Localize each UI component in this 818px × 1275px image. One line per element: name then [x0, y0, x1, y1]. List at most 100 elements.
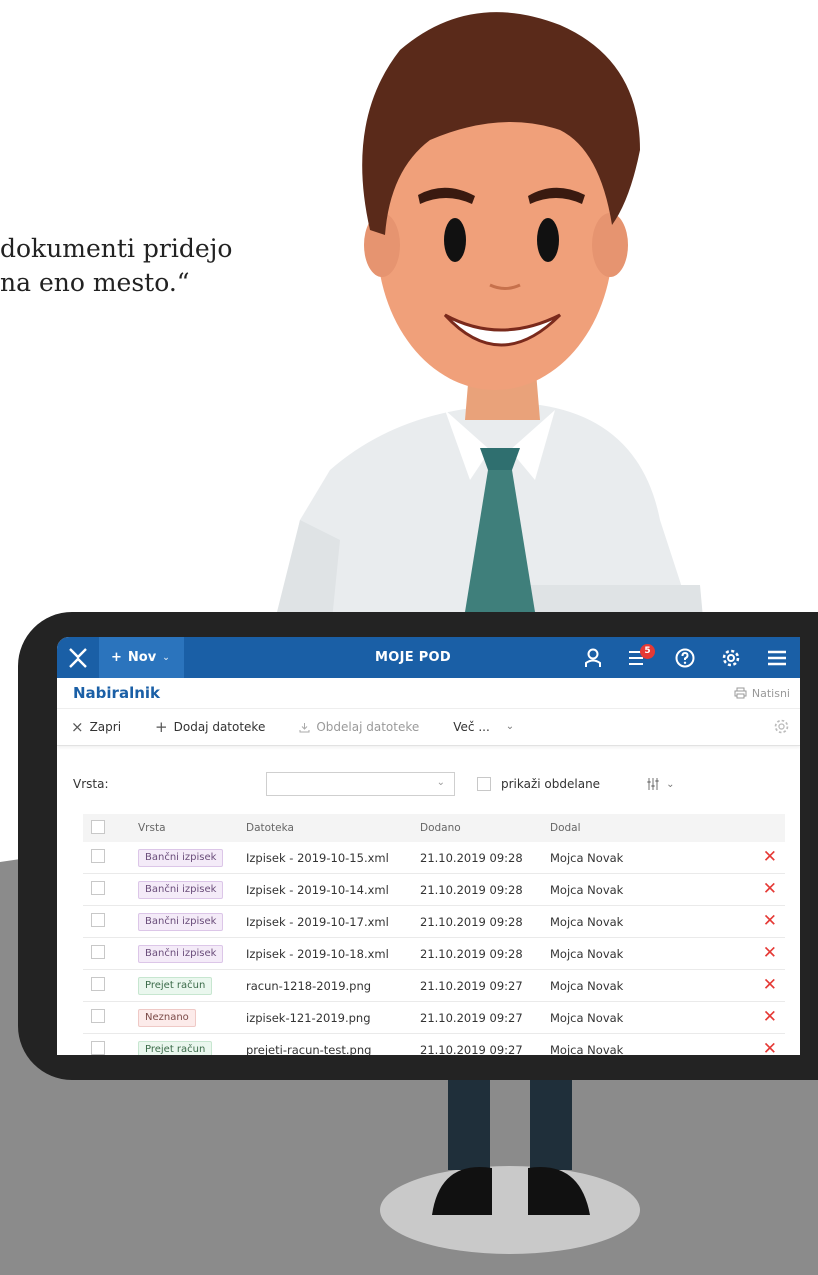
- show-processed-toggle[interactable]: prikaži obdelane: [477, 777, 600, 791]
- file-cell[interactable]: Izpisek - 2019-10-17.xml: [245, 905, 419, 938]
- column-header-added[interactable]: Dodano: [419, 814, 549, 842]
- table-row[interactable]: Bančni izpisek Izpisek - 2019-10-18.xml 21…: [83, 937, 785, 970]
- row-select-cell: [83, 969, 137, 1002]
- user-icon[interactable]: [570, 637, 616, 678]
- delete-icon[interactable]: ✕: [763, 1039, 777, 1056]
- type-badge: Bančni izpisek: [138, 912, 224, 931]
- delete-cell: ✕: [751, 969, 785, 1002]
- show-processed-label: prikaži obdelane: [501, 777, 601, 791]
- new-button[interactable]: + Nov ⌄: [99, 637, 184, 678]
- plus-icon: +: [111, 650, 122, 665]
- printer-icon: [734, 687, 747, 699]
- row-select-cell: [83, 937, 137, 970]
- more-label: Več ...: [453, 720, 490, 734]
- delete-icon[interactable]: ✕: [763, 879, 777, 899]
- type-filter-label: Vrsta:: [73, 777, 109, 791]
- logo-icon[interactable]: [57, 637, 99, 678]
- type-cell: Bančni izpisek: [137, 873, 245, 906]
- type-cell: Prejet račun: [137, 969, 245, 1002]
- delete-cell: ✕: [751, 842, 785, 874]
- process-files-label: Obdelaj datoteke: [316, 720, 420, 734]
- delete-cell: ✕: [751, 1033, 785, 1056]
- floor-spot: [380, 1166, 640, 1254]
- show-processed-checkbox[interactable]: [477, 777, 491, 791]
- print-button[interactable]: Natisni: [734, 687, 790, 700]
- added-by-cell: Mojca Novak: [549, 969, 751, 1002]
- ear-right: [592, 213, 628, 277]
- select-all-checkbox[interactable]: [91, 819, 105, 834]
- type-cell: Bančni izpisek: [137, 937, 245, 970]
- type-badge: Prejet račun: [138, 1040, 213, 1055]
- column-header-file[interactable]: Datoteka: [245, 814, 419, 842]
- print-label: Natisni: [751, 686, 790, 700]
- file-cell[interactable]: Izpisek - 2019-10-15.xml: [245, 842, 419, 874]
- row-checkbox[interactable]: [91, 977, 105, 991]
- row-checkbox[interactable]: [91, 913, 105, 927]
- column-header-added-by[interactable]: Dodal: [549, 814, 751, 842]
- table-row[interactable]: Bančni izpisek Izpisek - 2019-10-15.xml 21…: [83, 842, 785, 874]
- file-cell[interactable]: Izpisek - 2019-10-14.xml: [245, 873, 419, 906]
- table-row[interactable]: Bančni izpisek Izpisek - 2019-10-17.xml 21…: [83, 905, 785, 938]
- added-by-cell: Mojca Novak: [549, 905, 751, 938]
- column-header-actions: [751, 814, 785, 842]
- type-badge: Neznano: [138, 1008, 196, 1027]
- notification-badge: 5: [640, 644, 655, 659]
- row-select-cell: [83, 873, 137, 906]
- new-button-label: Nov: [127, 650, 157, 665]
- column-settings-button[interactable]: ⌄: [646, 777, 674, 791]
- added-cell: 21.10.2019 09:28: [419, 937, 549, 970]
- row-checkbox[interactable]: [91, 881, 105, 895]
- row-select-cell: [83, 842, 137, 874]
- add-files-label: Dodaj datoteke: [173, 720, 266, 734]
- more-button[interactable]: Več ... ⌄: [453, 720, 514, 734]
- type-filter-select[interactable]: ⌄: [266, 772, 455, 796]
- table-row[interactable]: Prejet račun racun-1218-2019.png 21.10.201…: [83, 969, 785, 1002]
- settings-icon[interactable]: [708, 637, 754, 678]
- delete-cell: ✕: [751, 873, 785, 906]
- row-checkbox[interactable]: [91, 945, 105, 959]
- toolbar-settings-icon[interactable]: [773, 718, 790, 735]
- type-cell: Prejet račun: [137, 1033, 245, 1055]
- process-files-button[interactable]: Obdelaj datoteke: [299, 720, 419, 734]
- close-button[interactable]: × Zapri: [71, 720, 121, 735]
- type-cell: Neznano: [137, 1001, 245, 1034]
- company-name[interactable]: MOJE POD: [375, 637, 451, 678]
- added-by-cell: Mojca Novak: [549, 842, 751, 874]
- file-cell[interactable]: prejeti-racun-test.png: [245, 1033, 419, 1055]
- delete-icon[interactable]: ✕: [763, 975, 777, 995]
- file-cell[interactable]: Izpisek - 2019-10-18.xml: [245, 937, 419, 970]
- type-badge: Bančni izpisek: [138, 880, 224, 899]
- sliders-icon: [647, 778, 659, 790]
- row-checkbox[interactable]: [91, 1009, 105, 1023]
- file-cell[interactable]: racun-1218-2019.png: [245, 969, 419, 1002]
- file-cell[interactable]: izpisek-121-2019.png: [245, 1001, 419, 1034]
- row-checkbox[interactable]: [91, 849, 105, 863]
- process-icon: [299, 722, 310, 732]
- table-row[interactable]: Prejet račun prejeti-racun-test.png 21.10.…: [83, 1033, 785, 1056]
- delete-icon[interactable]: ✕: [763, 847, 777, 867]
- toolbar: × Zapri + Dodaj datoteke Obdelaj datotek…: [57, 708, 800, 746]
- delete-icon[interactable]: ✕: [763, 1007, 777, 1027]
- messages-icon[interactable]: 5: [616, 637, 662, 678]
- added-by-cell: Mojca Novak: [549, 1001, 751, 1034]
- delete-cell: ✕: [751, 937, 785, 970]
- add-files-button[interactable]: + Dodaj datoteke: [155, 720, 266, 735]
- table-header: Vrsta Datoteka Dodano Dodal: [83, 814, 785, 842]
- table-row[interactable]: Bančni izpisek Izpisek - 2019-10-14.xml 21…: [83, 873, 785, 906]
- row-checkbox[interactable]: [91, 1041, 105, 1055]
- menu-icon[interactable]: [754, 637, 800, 678]
- table-row[interactable]: Neznano izpisek-121-2019.png 21.10.2019 09…: [83, 1001, 785, 1034]
- added-cell: 21.10.2019 09:27: [419, 969, 549, 1002]
- help-icon[interactable]: [662, 637, 708, 678]
- eye-right: [537, 218, 559, 262]
- delete-icon[interactable]: ✕: [763, 943, 777, 963]
- page-title: Nabiralnik: [73, 684, 161, 702]
- eye-left: [444, 218, 466, 262]
- delete-cell: ✕: [751, 905, 785, 938]
- added-by-cell: Mojca Novak: [549, 937, 751, 970]
- delete-icon[interactable]: ✕: [763, 911, 777, 931]
- row-select-cell: [83, 905, 137, 938]
- type-badge: Bančni izpisek: [138, 848, 224, 867]
- column-header-type[interactable]: Vrsta: [137, 814, 245, 842]
- chevron-down-icon: ⌄: [436, 777, 445, 788]
